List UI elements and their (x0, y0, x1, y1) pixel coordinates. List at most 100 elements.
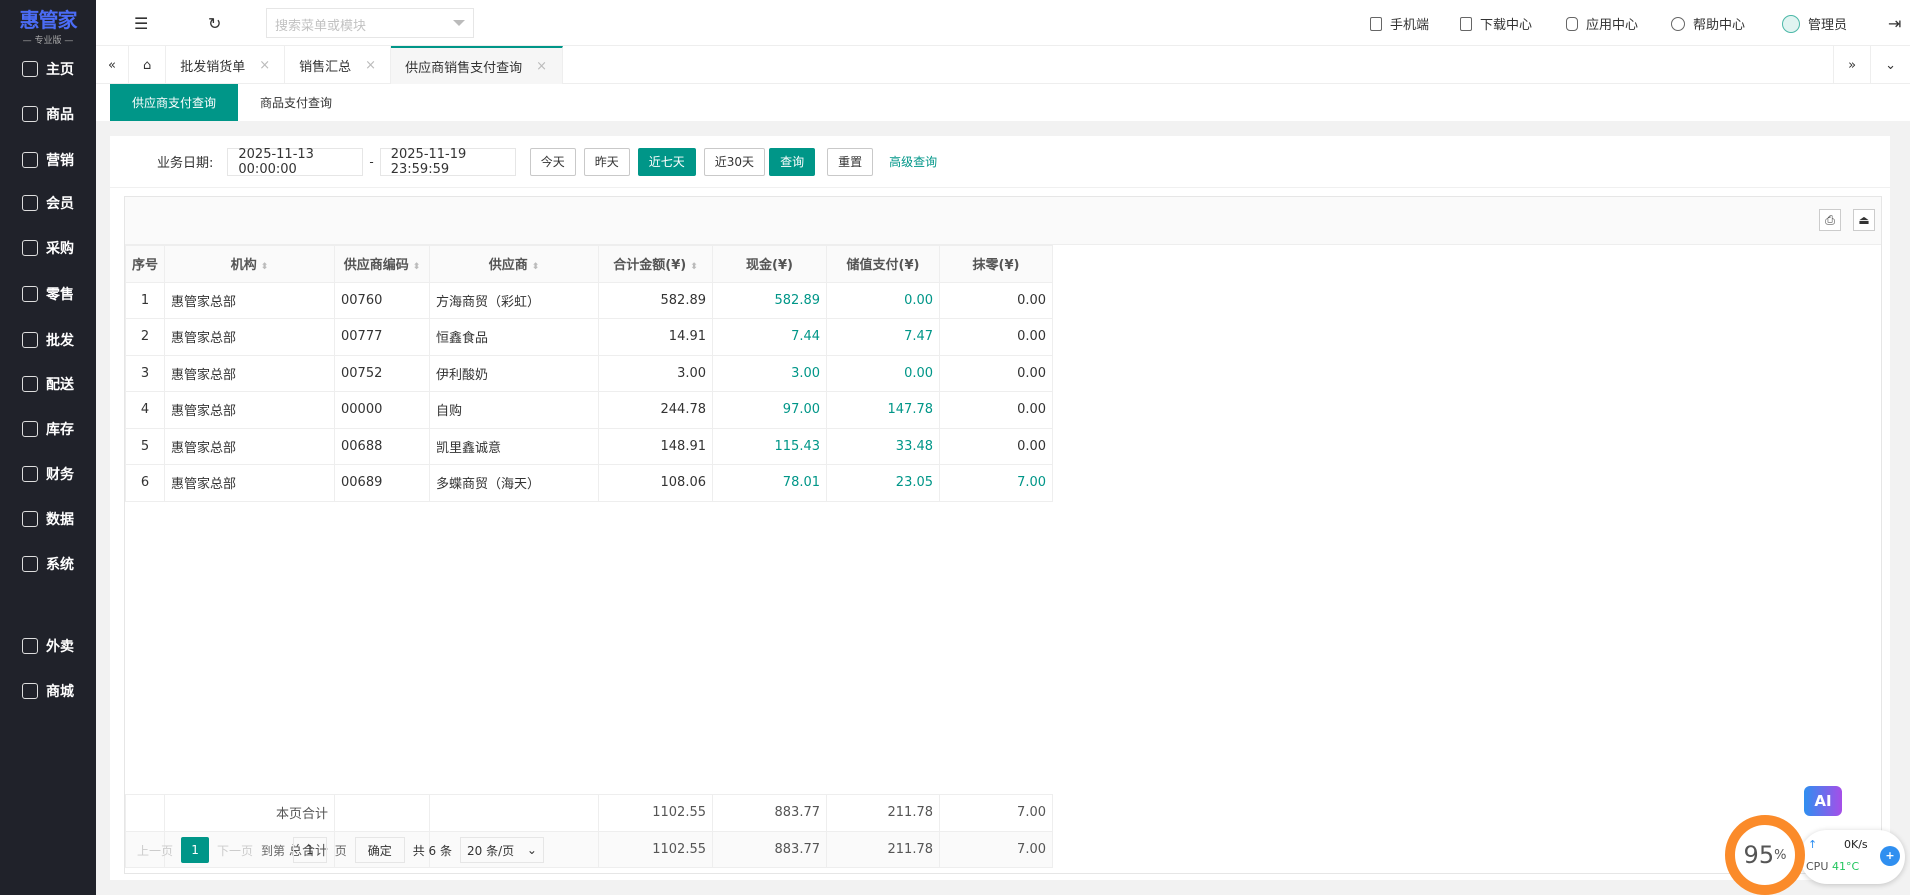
sidebar-item[interactable]: 财务 (0, 454, 96, 494)
column-header[interactable]: 合计金额(¥) ⬍ (598, 245, 714, 283)
advanced-query-link[interactable]: 高级查询 (889, 153, 937, 170)
sort-icon[interactable]: ⬍ (413, 262, 421, 272)
sort-icon[interactable]: ⬍ (261, 262, 269, 272)
cell: 0.00 (826, 354, 941, 392)
cell: 3 (124, 354, 166, 392)
logout-icon[interactable]: ⇥ (1888, 14, 1901, 33)
tab-supplier-payment-query[interactable]: 供应商销售支付查询 × (391, 46, 564, 84)
tab-label: 销售汇总 (299, 59, 352, 75)
cell: 211.78 (826, 794, 940, 832)
menu-search-input[interactable]: 搜索菜单或模块 (266, 8, 474, 38)
sidebar-item[interactable]: 数据 (0, 499, 96, 539)
cell: 7.47 (826, 318, 941, 356)
next-page-button[interactable]: 下一页 (217, 842, 253, 859)
cell: 伊利酸奶 (429, 354, 600, 392)
tabs-scroll-right-icon[interactable]: » (1833, 46, 1872, 84)
refresh-icon[interactable]: ↻ (208, 14, 221, 33)
close-icon[interactable]: × (365, 58, 376, 73)
column-header[interactable]: 供应商 ⬍ (429, 245, 600, 283)
tab-sales-summary[interactable]: 销售汇总 × (285, 46, 392, 84)
finance-icon (22, 466, 38, 482)
today-button[interactable]: 今天 (529, 147, 576, 176)
prev-page-button[interactable]: 上一页 (137, 842, 173, 859)
cell: 78.01 (712, 464, 828, 502)
home-tab-icon[interactable]: ⌂ (129, 46, 167, 84)
last-30-days-button[interactable]: 近30天 (703, 147, 766, 176)
sidebar-item-label: 库存 (46, 422, 74, 438)
cell: 23.05 (826, 464, 941, 502)
page-unit-label: 页 (334, 843, 347, 858)
tab-bar: « ⌂ 批发销货单 × 销售汇总 × 供应商销售支付查询 × » ⌄ (96, 46, 1910, 84)
tabs-menu-chevron-down-icon[interactable]: ⌄ (1871, 46, 1910, 84)
memory-usage-gauge: 95% (1725, 815, 1805, 895)
table-row: 3 惠管家总部 00752 伊利酸奶 3.00 3.00 0.00 0.00 (124, 354, 1054, 392)
logo-name: 惠管家 (19, 8, 78, 32)
table-toolbar: ⎙ ⏏ (125, 197, 1881, 245)
sidebar-item[interactable]: 配送 (0, 364, 96, 404)
filter-bar: 业务日期: 2025-11-13 00:00:00 - 2025-11-19 2… (110, 136, 1890, 188)
current-page-button[interactable]: 1 (181, 837, 210, 863)
network-speed: 0K/s (1844, 838, 1868, 851)
cell: 惠管家总部 (164, 318, 336, 356)
page-total-label: 本页合计 (164, 794, 335, 832)
cell: 5 (124, 427, 166, 465)
sidebar-item-label: 批发 (46, 333, 74, 349)
memory-percent: 95 (1743, 841, 1775, 869)
mobile-link[interactable]: 手机端 (1370, 14, 1429, 33)
query-button[interactable]: 查询 (769, 147, 816, 176)
yesterday-button[interactable]: 昨天 (583, 147, 630, 176)
cell: 33.48 (826, 427, 941, 465)
sidebar-item[interactable]: 库存 (0, 409, 96, 449)
close-icon[interactable]: × (536, 59, 547, 74)
subtab-supplier-payment[interactable]: 供应商支付查询 (110, 84, 239, 121)
export-icon[interactable]: ⏏ (1853, 209, 1875, 231)
cell: 00689 (334, 464, 431, 502)
column-header-label: 机构 (230, 258, 257, 274)
print-icon[interactable]: ⎙ (1819, 209, 1841, 231)
sort-icon[interactable]: ⬍ (532, 262, 540, 272)
tab-wholesale-order[interactable]: 批发销货单 × (166, 46, 286, 84)
cell: 148.91 (598, 427, 714, 465)
ai-assistant-button[interactable]: AI (1804, 786, 1842, 816)
sidebar-item[interactable]: 营销 (0, 140, 96, 180)
start-date-input[interactable]: 2025-11-13 00:00:00 (227, 147, 364, 177)
sidebar-item-label: 配送 (46, 377, 74, 393)
sidebar-item[interactable]: 商品 (0, 94, 96, 134)
sidebar-item[interactable]: 会员 (0, 183, 96, 223)
sidebar-item[interactable]: 采购 (0, 228, 96, 268)
reset-button[interactable]: 重置 (827, 147, 874, 176)
sidebar-item[interactable]: 主页 (0, 49, 96, 89)
system-monitor-widget[interactable]: ↑ 0K/s CPU 41°C + (1800, 830, 1905, 884)
close-icon[interactable]: × (259, 58, 270, 73)
end-date-input[interactable]: 2025-11-19 23:59:59 (379, 147, 516, 177)
plus-icon[interactable]: + (1880, 846, 1900, 866)
page-size-select[interactable]: 20 条/页 ⌄ (459, 837, 544, 863)
cell: 00777 (334, 318, 431, 356)
confirm-page-button[interactable]: 确定 (354, 837, 405, 863)
sidebar-item[interactable]: 批发 (0, 320, 96, 360)
logo-edition: — 专业版 — (22, 36, 74, 46)
sidebar-item[interactable]: 商城 (0, 671, 96, 711)
subtab-product-payment[interactable]: 商品支付查询 (238, 84, 354, 121)
cell: 0.00 (939, 354, 1054, 392)
sort-icon[interactable]: ⬍ (690, 262, 698, 272)
help-center-link[interactable]: 帮助中心 (1671, 14, 1745, 33)
download-center-link[interactable]: 下载中心 (1460, 14, 1532, 33)
last-7-days-button[interactable]: 近七天 (637, 147, 696, 176)
sidebar-item-label: 会员 (46, 196, 74, 212)
column-header[interactable]: 供应商编码 ⬍ (334, 245, 431, 283)
page-number-input[interactable]: 1 (293, 837, 327, 863)
sidebar-item[interactable]: 零售 (0, 274, 96, 314)
user-avatar-icon (1782, 14, 1800, 33)
cell: 1102.55 (598, 794, 713, 832)
member-icon (22, 195, 38, 211)
column-header[interactable]: 机构 ⬍ (164, 245, 336, 283)
menu-toggle-icon[interactable]: ☰ (134, 14, 148, 33)
user-menu[interactable]: 管理员 (1782, 14, 1847, 33)
app-center-link[interactable]: 应用中心 (1566, 14, 1638, 33)
home-icon (22, 61, 38, 77)
cell: 211.78 (826, 830, 940, 868)
sidebar-item[interactable]: 系统 (0, 544, 96, 584)
tabs-scroll-left-icon[interactable]: « (96, 46, 129, 84)
sidebar-item[interactable]: 外卖 (0, 626, 96, 666)
